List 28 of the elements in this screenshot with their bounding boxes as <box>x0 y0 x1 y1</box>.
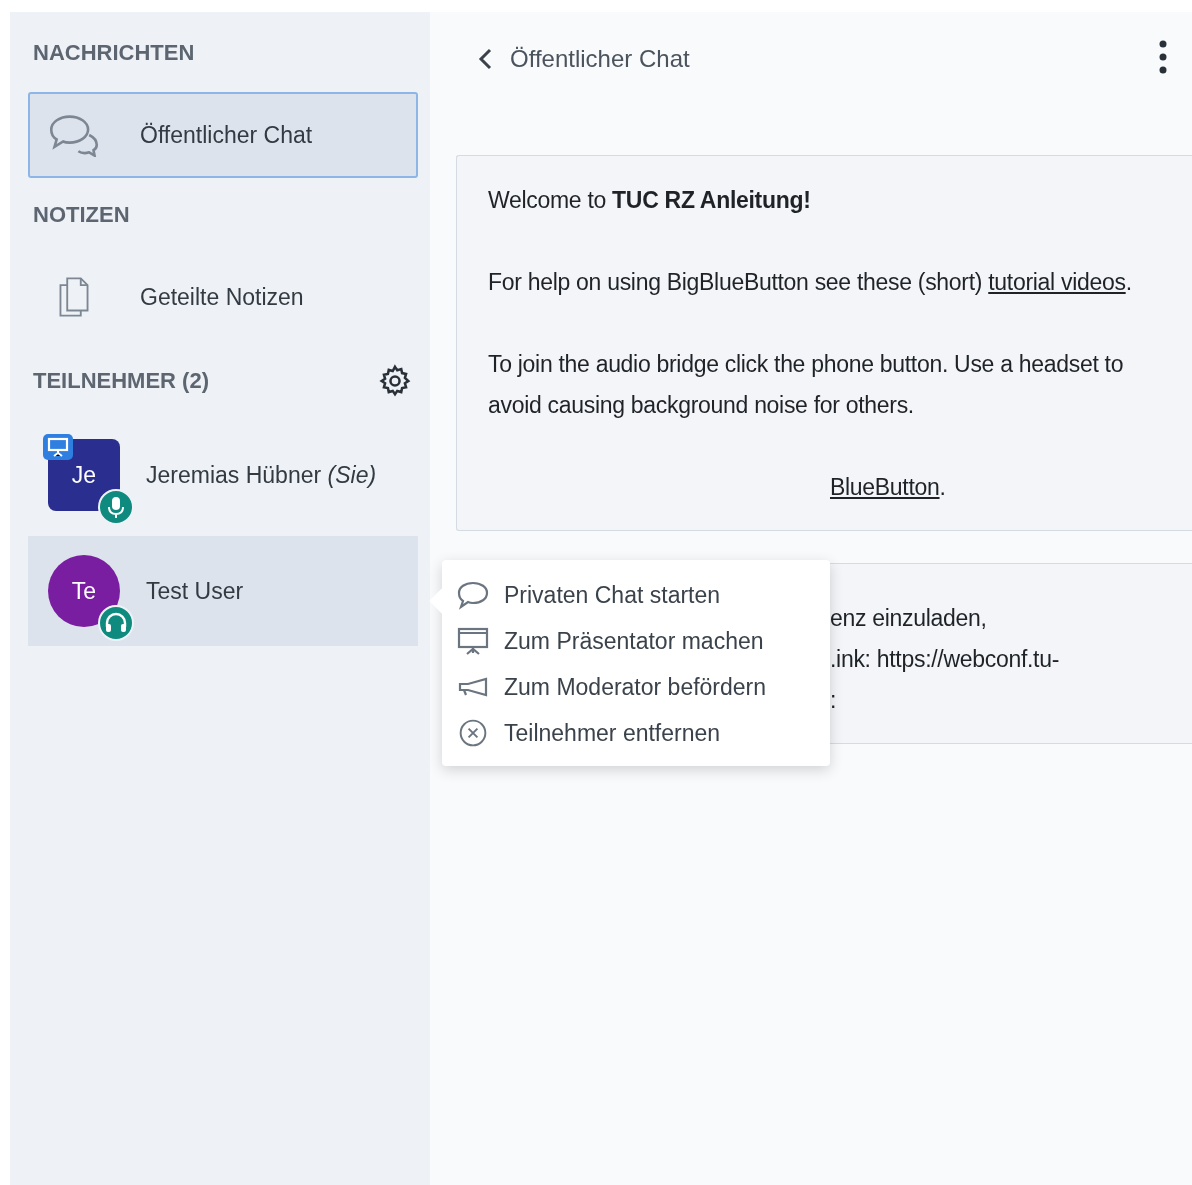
speech-bubble-icon <box>456 580 490 610</box>
section-heading: TEILNEHMER (2) <box>33 368 209 394</box>
participant-name: Test User <box>146 577 244 605</box>
menu-item[interactable]: Zum Moderator befördern <box>456 670 830 704</box>
message-text: Welcome to TUC RZ Anleitung! <box>488 186 812 215</box>
menu-item[interactable]: Zum Präsentator machen <box>456 624 830 658</box>
more-options-icon[interactable] <box>1158 40 1168 74</box>
message-text: .ink: https://webconf.tu- <box>830 645 1059 674</box>
menu-item[interactable]: Privaten Chat starten <box>456 578 830 612</box>
message-text: For help on using BigBlueButton see these (short) tutorial videos. <box>488 268 1133 297</box>
text-link[interactable]: BlueButton <box>830 474 940 500</box>
section-heading: NOTIZEN <box>33 202 131 228</box>
chat-title: Öffentlicher Chat <box>510 45 691 73</box>
participant-row[interactable]: Je Jeremias Hübner (Sie) <box>28 420 418 530</box>
participant-row[interactable]: Te Test User <box>28 536 418 646</box>
message-text: To join the audio bridge click the phone button. Use a headset to avoid causing background noise for others. <box>488 350 1125 420</box>
message-text: BlueButton. <box>830 473 946 502</box>
sidebar-item[interactable]: Öffentlicher Chat <box>28 92 418 178</box>
chat-icon <box>48 113 100 157</box>
settings-icon[interactable] <box>378 364 412 398</box>
text-link[interactable]: tutorial videos <box>988 269 1126 295</box>
section-heading: NACHRICHTEN <box>33 40 196 66</box>
sidebar-item[interactable]: Geteilte Notizen <box>28 254 418 340</box>
message-text: enz einzuladen, <box>830 604 987 633</box>
presentation-screen-icon <box>456 626 490 656</box>
message-text: : <box>830 686 837 715</box>
participant-name: Jeremias Hübner (Sie) <box>146 461 377 489</box>
menu-item[interactable]: Teilnehmer entfernen <box>456 716 830 750</box>
